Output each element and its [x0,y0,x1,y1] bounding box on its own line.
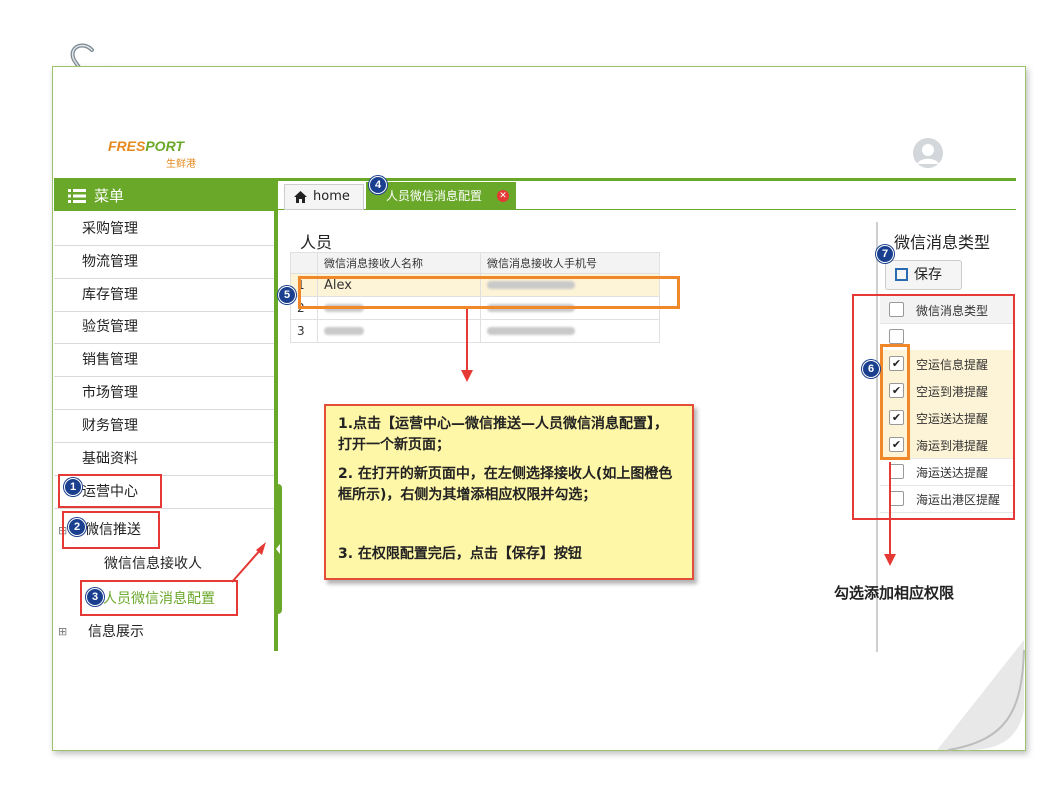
annotation-arrows [231,309,896,583]
step-badge-2: 2 [68,518,86,536]
step-badge-6: 6 [862,360,880,378]
step-badge-1: 1 [64,478,82,496]
step-badge-5: 5 [278,286,296,304]
step-badge-4: 4 [369,176,387,194]
step-badge-3: 3 [86,588,104,606]
step-badge-7: 7 [876,245,894,263]
